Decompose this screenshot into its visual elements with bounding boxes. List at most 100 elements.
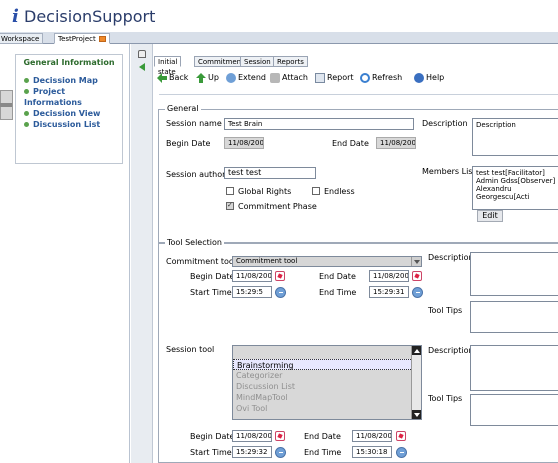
session-tool-listbox[interactable]: Brainstorming Categorizer Discussion Lis… <box>232 345 422 420</box>
clock-icon[interactable] <box>275 447 286 458</box>
session-tool-label: Session tool <box>166 345 215 354</box>
members-list-label: Members List <box>422 167 476 176</box>
tool-tips-textarea[interactable] <box>470 301 558 333</box>
session-tool-item[interactable]: MindMapTool <box>233 392 421 403</box>
toolbar: Back Up Extend Attach Report Refresh Hel… <box>154 71 558 87</box>
extend-icon <box>226 73 236 83</box>
session-tool-item[interactable]: Categorizer <box>233 370 421 381</box>
tool-end-time-input[interactable]: 15:29:31 <box>369 286 409 298</box>
global-rights-checkbox[interactable] <box>226 187 234 195</box>
nav-item-project-informations[interactable]: Project Informations <box>24 86 122 108</box>
session-tool-tips-label: Tool Tips <box>428 394 463 403</box>
calendar-icon[interactable] <box>275 271 285 281</box>
toolbar-label: Extend <box>238 73 266 82</box>
calendar-icon[interactable] <box>275 431 285 441</box>
tool-selection-legend: Tool Selection <box>165 238 224 247</box>
calendar-icon[interactable] <box>396 431 406 441</box>
tool-start-time-label: Start Time <box>190 288 232 297</box>
session-end-time-input[interactable]: 15:30:18 <box>352 446 392 458</box>
scroll-up-icon[interactable] <box>412 346 421 355</box>
tab-session[interactable]: Session <box>240 56 275 67</box>
tab-workspace[interactable]: Workspace <box>0 33 44 44</box>
edit-members-button[interactable]: Edit <box>477 210 503 222</box>
session-begin-date-input[interactable]: 11/08/2007 <box>232 430 272 442</box>
bullet-icon <box>24 78 29 83</box>
clock-icon[interactable] <box>396 447 407 458</box>
tab-workspace-label: Workspace <box>1 35 40 43</box>
tab-reports[interactable]: Reports <box>273 56 308 67</box>
general-information-heading: General Information <box>23 58 115 67</box>
session-start-time-input[interactable]: 15:29:32 <box>232 446 272 458</box>
toolbar-divider <box>159 94 558 95</box>
bullet-icon <box>24 122 29 127</box>
session-author-input[interactable]: test test <box>224 167 316 179</box>
session-tool-tips-textarea[interactable] <box>470 394 558 426</box>
session-tool-item[interactable]: Discussion List <box>233 381 421 392</box>
extend-button[interactable]: Extend <box>226 71 266 85</box>
general-legend: General <box>165 104 201 113</box>
nav-item-decission-map[interactable]: Decission Map <box>24 75 122 86</box>
session-end-time-label: End Time <box>304 448 342 457</box>
begin-date-label: Begin Date <box>166 139 211 148</box>
tab-label: Reports <box>277 58 304 66</box>
session-name-label: Session name <box>166 119 222 128</box>
commitment-phase-checkbox[interactable] <box>226 201 234 210</box>
clock-icon[interactable] <box>275 287 286 298</box>
app-title: DecisionSupport <box>24 7 156 26</box>
scroll-down-icon[interactable] <box>412 410 421 419</box>
nav-item-discussion-list[interactable]: Discussion List <box>24 119 122 130</box>
attach-button[interactable]: Attach <box>270 71 308 85</box>
up-arrow-icon <box>196 73 206 83</box>
chevron-down-icon[interactable] <box>411 257 421 266</box>
tool-description-textarea[interactable] <box>470 252 558 296</box>
back-arrow-icon <box>157 73 167 83</box>
members-list[interactable]: test test[Facilitator] Admin Gdss[Observ… <box>472 166 558 210</box>
help-icon <box>414 73 424 83</box>
description-textarea[interactable]: Description <box>472 118 558 156</box>
refresh-icon <box>360 73 370 83</box>
panel-splitter[interactable] <box>131 44 153 463</box>
tool-start-time-input[interactable]: 15:29:5 <box>232 286 272 298</box>
refresh-button[interactable]: Refresh <box>360 71 402 85</box>
side-handle-grip <box>0 103 12 107</box>
toolbar-label: Back <box>169 73 189 82</box>
tool-end-date-input[interactable]: 11/08/2007 <box>369 270 409 282</box>
main-content: Initial state Commitment Session Reports… <box>154 44 558 463</box>
collapse-arrow-icon[interactable] <box>139 63 145 71</box>
session-tool-description-textarea[interactable] <box>470 345 558 391</box>
tab-testproject[interactable]: TestProject <box>54 33 110 44</box>
toolbar-label: Report <box>327 73 354 82</box>
report-button[interactable]: Report <box>315 71 354 85</box>
session-tool-item[interactable]: Ovi Tool <box>233 403 421 414</box>
help-button[interactable]: Help <box>414 71 444 85</box>
member-item[interactable]: Alexandru Georgescu[Acti <box>476 185 558 201</box>
nav-item-label: Project Informations <box>24 87 82 107</box>
bullet-icon <box>24 89 29 94</box>
member-item[interactable]: test test[Facilitator] <box>476 169 558 177</box>
session-begin-date-label: Begin Date <box>190 432 235 441</box>
tool-end-time-label: End Time <box>319 288 357 297</box>
member-item[interactable]: Admin Gdss[Observer] <box>476 177 558 185</box>
nav-item-decission-view[interactable]: Decission View <box>24 108 122 119</box>
calendar-icon[interactable] <box>412 271 422 281</box>
session-end-date-input[interactable]: 11/08/2007 <box>352 430 392 442</box>
report-icon <box>315 73 325 83</box>
tool-begin-date-input[interactable]: 11/08/2007 <box>232 270 272 282</box>
lock-icon[interactable] <box>138 50 146 58</box>
end-date-field: 11/08/2007 <box>376 137 416 149</box>
bullet-icon <box>24 111 29 116</box>
toolbar-label: Refresh <box>372 73 403 82</box>
session-tool-item[interactable]: Brainstorming <box>233 359 421 370</box>
nav-item-label: Decission Map <box>33 76 98 85</box>
tool-tips-label: Tool Tips <box>428 306 463 315</box>
close-tab-icon[interactable] <box>98 36 106 42</box>
commitment-tool-select[interactable]: Commitment tool <box>232 256 422 267</box>
endless-label: Endless <box>324 187 355 196</box>
up-button[interactable]: Up <box>196 71 219 85</box>
back-button[interactable]: Back <box>157 71 188 85</box>
session-name-input[interactable]: Test Brain <box>224 118 414 130</box>
tab-initial-state[interactable]: Initial state <box>154 56 182 76</box>
listbox-scrollbar[interactable] <box>411 346 421 419</box>
clock-icon[interactable] <box>412 287 423 298</box>
endless-checkbox[interactable] <box>312 187 320 195</box>
